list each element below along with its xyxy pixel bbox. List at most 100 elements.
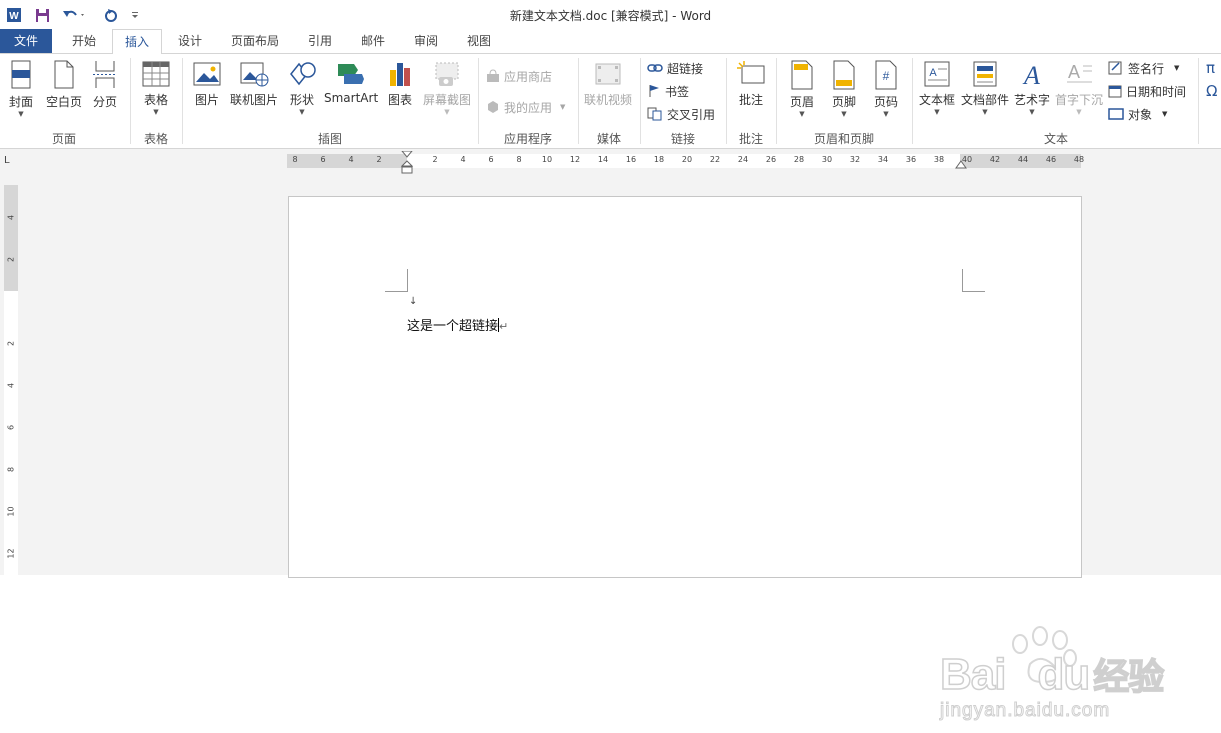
signature-line-button[interactable]: 签名行 ▼ (1108, 58, 1179, 78)
object-button[interactable]: 对象 ▼ (1108, 104, 1167, 124)
chevron-down-icon: ▼ (299, 108, 305, 116)
tab-insert[interactable]: 插入 (112, 29, 162, 55)
hyperlink-button[interactable]: 超链接 (647, 58, 703, 78)
my-apps-button[interactable]: 我的应用 ▼ (486, 97, 565, 117)
crop-mark (962, 269, 985, 292)
picture-button[interactable]: 图片 (190, 60, 224, 108)
group-divider (478, 58, 479, 144)
header-button[interactable]: 页眉 ▼ (784, 60, 820, 118)
ruler-tick-label: 20 (681, 155, 693, 164)
tab-references[interactable]: 引用 (298, 29, 342, 53)
symbol-button[interactable]: Ω (1206, 81, 1217, 101)
svg-text:A: A (1068, 62, 1080, 82)
document-canvas[interactable]: 4 2 2 4 6 8 10 12 ↓ 这是一个超链接↵ Bai du 经验 jingyan.ba… (0, 175, 1221, 722)
quick-parts-icon (973, 61, 997, 87)
drop-cap-button[interactable]: A 首字下沉 ▼ (1054, 60, 1104, 116)
page-break-button[interactable]: 分页 (88, 60, 122, 110)
quick-parts-button[interactable]: 文档部件 ▼ (960, 60, 1010, 116)
vertical-ruler[interactable]: 4 2 2 4 6 8 10 12 (4, 185, 18, 575)
hyperlink-text[interactable]: 这是一个超链接 (407, 319, 498, 334)
chevron-down-icon: ▼ (1174, 64, 1180, 72)
page-number-button[interactable]: # 页码 ▼ (868, 60, 904, 118)
picture-icon (193, 62, 221, 86)
group-label-illustrations: 插图 (317, 132, 342, 146)
online-picture-button[interactable]: 联机图片 (228, 60, 280, 108)
blank-page-button[interactable]: 空白页 (44, 60, 84, 110)
watermark-brand: Bai (939, 649, 1007, 700)
svg-text:A: A (929, 67, 937, 79)
cross-reference-button[interactable]: 交叉引用 (647, 104, 715, 124)
right-indent-marker[interactable] (955, 160, 967, 170)
chevron-down-icon: ▼ (883, 110, 889, 118)
ruler-tick-label: 8 (292, 155, 298, 164)
ruler-tick-label: 28 (793, 155, 805, 164)
header-icon (791, 60, 813, 90)
ruler-tick-label: 44 (1017, 155, 1029, 164)
table-icon (142, 61, 170, 87)
text-box-icon: A (924, 61, 950, 87)
indent-marker[interactable] (401, 151, 413, 175)
wordart-icon: A (1022, 61, 1040, 88)
chevron-down-icon: ▼ (1162, 110, 1168, 118)
ruler-tick-label: 4 (6, 382, 16, 389)
ruler-tick-label: 34 (877, 155, 889, 164)
tab-file[interactable]: 文件 (0, 29, 52, 53)
smartart-button[interactable]: SmartArt (324, 60, 378, 105)
tab-selector[interactable]: L (4, 155, 16, 167)
ruler-tick-label: 4 (6, 214, 16, 221)
horizontal-ruler[interactable]: 8 6 4 2 2 4 6 8 10 12 14 16 18 20 22 24 26 28 30 32 34 36 38 40… (287, 151, 1084, 174)
chart-icon (390, 63, 410, 86)
ruler-tick-label: 14 (597, 155, 609, 164)
chevron-down-icon: ▼ (1076, 108, 1082, 116)
ribbon-tabs: 文件 开始 插入 设计 页面布局 引用 邮件 审阅 视图 (0, 29, 1221, 55)
group-divider (578, 58, 579, 144)
bookmark-flag-icon (649, 85, 659, 97)
ruler-tick-label: 22 (709, 155, 721, 164)
equation-button[interactable]: π (1206, 58, 1215, 78)
tab-page-layout[interactable]: 页面布局 (222, 29, 288, 53)
tab-review[interactable]: 审阅 (404, 29, 448, 53)
new-comment-button[interactable]: 批注 (734, 60, 768, 108)
group-label-tables: 表格 (143, 132, 168, 146)
cover-page-button[interactable]: 封面 ▼ (4, 60, 38, 118)
wordart-button[interactable]: A 艺术字 ▼ (1012, 60, 1052, 116)
table-button[interactable]: 表格 ▼ (138, 60, 174, 116)
text-box-button[interactable]: A 文本框 ▼ (916, 60, 958, 116)
document-page[interactable]: ↓ 这是一个超链接↵ (288, 196, 1082, 578)
tab-design[interactable]: 设计 (168, 29, 212, 53)
ruler-tick-label: 18 (653, 155, 665, 164)
chevron-down-icon: ▼ (982, 108, 988, 116)
ruler-tick-label: 46 (1045, 155, 1057, 164)
online-picture-icon (240, 62, 269, 87)
date-time-button[interactable]: 日期和时间 (1108, 81, 1186, 101)
shapes-button[interactable]: 形状 ▼ (284, 60, 320, 116)
chevron-down-icon: ▼ (1029, 108, 1035, 116)
group-divider (726, 58, 727, 144)
group-label-comments: 批注 (738, 132, 763, 146)
tab-view[interactable]: 视图 (457, 29, 501, 53)
group-divider (640, 58, 641, 144)
tab-mailings[interactable]: 邮件 (351, 29, 395, 53)
ruler-tick-label: 8 (516, 155, 522, 164)
group-label-apps: 应用程序 (503, 132, 552, 146)
document-paragraph[interactable]: 这是一个超链接↵ (407, 315, 508, 334)
paragraph-mark: ↵ (499, 320, 509, 333)
watermark-brand-suffix: du (1037, 649, 1091, 700)
online-video-button[interactable]: 联机视频 (582, 60, 634, 108)
screenshot-button[interactable]: 屏幕截图 ▼ (422, 60, 472, 116)
ruler-tick-label: 10 (6, 506, 16, 517)
ruler-tick-label: 32 (849, 155, 861, 164)
ruler-tick-label: 4 (348, 155, 354, 164)
tab-home[interactable]: 开始 (62, 29, 106, 53)
ruler-tick-label: 6 (488, 155, 494, 164)
calendar-icon (1108, 85, 1122, 98)
ruler-tick-label: 24 (737, 155, 749, 164)
title-bar: W 新建文本文档.doc [兼容模式] - Word (0, 0, 1221, 29)
footer-button[interactable]: 页脚 ▼ (826, 60, 862, 118)
bookmark-button[interactable]: 书签 (647, 81, 689, 101)
group-label-pages: 页面 (51, 132, 76, 146)
ruler-tick-label: 36 (905, 155, 917, 164)
app-store-button[interactable]: 应用商店 (486, 66, 552, 86)
line-break-mark: ↓ (409, 296, 418, 307)
chart-button[interactable]: 图表 (382, 60, 418, 108)
